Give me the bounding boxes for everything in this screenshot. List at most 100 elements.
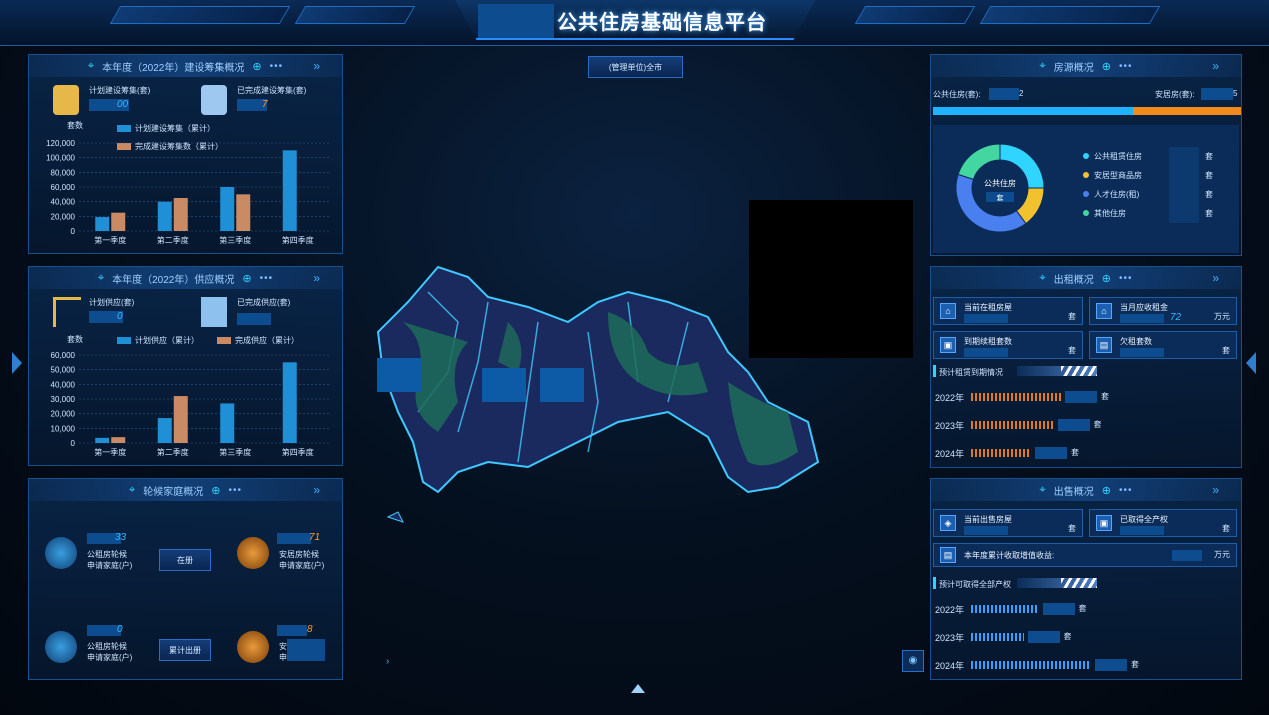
redacted-legend-value (1169, 166, 1199, 185)
expand-arrow-icon[interactable]: » (313, 59, 320, 73)
more-icon[interactable]: ••• (260, 273, 274, 284)
bar-plan[interactable] (220, 187, 235, 231)
bar-plan[interactable] (157, 201, 172, 231)
more-icon[interactable]: ••• (228, 485, 242, 496)
income-card[interactable]: ▤ 本年度累计收取增值收益: 万元 (933, 543, 1237, 567)
redacted-waitlist-4 (277, 625, 307, 636)
current-sale-label: 当前出售房屋 (964, 515, 1012, 524)
location-pin-icon: ⌖ (87, 59, 95, 72)
waitlist-panel: ⌖ 轮候家庭概况 ⊕ ••• » 33 公租房轮候 申请家庭(户) 在册 71 … (28, 478, 343, 680)
current-register-button[interactable]: 在册 (159, 549, 211, 571)
year-progress-bar (971, 605, 1039, 613)
x-tick-label: 第一季度 (94, 235, 126, 245)
zoom-icon[interactable]: ⊕ (242, 272, 251, 285)
redacted-year-value (1027, 631, 1060, 643)
x-tick-label: 第四季度 (282, 447, 314, 457)
zoom-icon[interactable]: ⊕ (252, 60, 261, 73)
chart2-y-unit: 套数 (67, 335, 83, 344)
plan-supply-value: 0 (117, 311, 123, 322)
arrears-card[interactable]: ▤ 欠租套数 套 (1089, 331, 1237, 359)
donut-legend-item[interactable]: 人才住房(租) 套 (1083, 185, 1233, 208)
total-exit-button[interactable]: 累计出册 (159, 639, 211, 661)
expand-arrow-icon[interactable]: » (313, 483, 320, 497)
anju-housing-label: 安居房(套): (1155, 90, 1195, 99)
zoom-icon[interactable]: ⊕ (1102, 60, 1111, 73)
year-progress-bar (971, 449, 1031, 457)
current-rent-card[interactable]: ⌂ 当前在租房屋 套 (933, 297, 1083, 325)
bar-plan[interactable] (282, 150, 297, 231)
rent-collected-card[interactable]: ⌂ 当月应收租金 72 万元 (1089, 297, 1237, 325)
redacted-year-value (1065, 391, 1097, 403)
zoom-icon[interactable]: ⊕ (1102, 484, 1111, 497)
year-label: 2022年 (935, 605, 965, 615)
donut-legend-item[interactable]: 公共租赁住房 套 (1083, 147, 1233, 170)
more-icon[interactable]: ••• (1119, 273, 1133, 284)
zoom-icon[interactable]: ⊕ (211, 484, 220, 497)
y-tick-label: 50,000 (51, 366, 76, 375)
rent-collected-unit: 万元 (1214, 312, 1230, 321)
header-wing-right (979, 6, 1161, 24)
expand-arrow-icon[interactable]: » (313, 271, 320, 285)
more-icon[interactable]: ••• (1119, 61, 1133, 72)
expand-left-arrow-icon[interactable]: › (386, 656, 389, 667)
obtained-card[interactable]: ▣ 已取得全产权 套 (1089, 509, 1237, 537)
more-icon[interactable]: ••• (1119, 485, 1133, 496)
current-sale-unit: 套 (1068, 524, 1076, 533)
crane-house-icon (53, 297, 81, 327)
rental-panel: ⌖ 出租概况 ⊕ ••• » ⌂ 当前在租房屋 套 ⌂ 当月应收租金 72 万元… (930, 266, 1242, 468)
current-rent-unit: 套 (1068, 312, 1076, 321)
redacted-obtained (1120, 526, 1164, 535)
bar-done[interactable] (173, 396, 188, 443)
redacted-year-value (1095, 659, 1127, 671)
bar-plan[interactable] (220, 403, 235, 443)
due-soon-card[interactable]: ▣ 到期续租套数 套 (933, 331, 1083, 359)
public-housing-value: 2 (1019, 89, 1024, 98)
waitlist-4-value: 8 (307, 624, 313, 635)
donut-slice-3[interactable] (957, 143, 1001, 180)
bar-plan[interactable] (282, 362, 297, 443)
bar-done[interactable] (111, 212, 126, 231)
redacted-title-prefix (478, 4, 554, 38)
bottom-expand-arrow-icon[interactable] (631, 684, 645, 693)
island (386, 511, 404, 523)
x-tick-label: 第一季度 (94, 447, 126, 457)
bar-done[interactable] (111, 437, 126, 443)
expand-arrow-icon[interactable]: » (1212, 483, 1219, 497)
donut-legend-item[interactable]: 安居型商品房 套 (1083, 166, 1233, 189)
bar-done[interactable] (173, 198, 188, 231)
redacted-waitlist-3 (87, 625, 121, 636)
chart1-legend-plan-label: 计划建设筹集（累计） (135, 124, 215, 133)
rental-panel-title: 出租概况 (1053, 274, 1094, 286)
legend-dot-icon (1083, 172, 1089, 178)
legend-unit: 套 (1205, 171, 1213, 180)
bar-plan[interactable] (95, 437, 110, 443)
user-icon[interactable]: ◉ (902, 650, 924, 672)
bar-plan[interactable] (95, 217, 110, 231)
waitlist-panel-header: ⌖ 轮候家庭概况 ⊕ ••• » (29, 479, 342, 501)
y-tick-label: 80,000 (51, 168, 76, 177)
bar-plan[interactable] (157, 418, 172, 443)
redacted-legend-value (1169, 185, 1199, 204)
redacted-legend-value (1169, 147, 1199, 166)
due-soon-label: 到期续租套数 (964, 337, 1012, 346)
housing-donut-chart: 公共住房套 (955, 143, 1045, 233)
redacted-due-soon (964, 348, 1008, 357)
waitlist-2-label2: 申请家庭(户) (279, 561, 325, 570)
more-icon[interactable]: ••• (270, 61, 284, 72)
legend-dot-icon (1083, 191, 1089, 197)
worker-icon (53, 85, 79, 115)
zoom-icon[interactable]: ⊕ (1102, 272, 1111, 285)
current-sale-card[interactable]: ◈ 当前出售房屋 套 (933, 509, 1083, 537)
donut-legend-item[interactable]: 其他住房 套 (1083, 204, 1233, 227)
scope-select-button[interactable]: (管理单位)全市 (588, 56, 683, 78)
redacted-year-value (1035, 447, 1067, 459)
waitlist-1-label2: 申请家庭(户) (87, 561, 133, 570)
y-tick-label: 0 (71, 439, 76, 448)
bar-done[interactable] (236, 194, 251, 231)
expand-arrow-icon[interactable]: » (1212, 59, 1219, 73)
forecast-title: 预计可取得全部产权 (939, 580, 1011, 589)
rent-collected-value: 72 (1170, 312, 1182, 323)
chart2-legend-done-label: 完成供应（累计） (235, 336, 299, 345)
current-rent-label: 当前在租房屋 (964, 303, 1012, 312)
expand-arrow-icon[interactable]: » (1212, 271, 1219, 285)
